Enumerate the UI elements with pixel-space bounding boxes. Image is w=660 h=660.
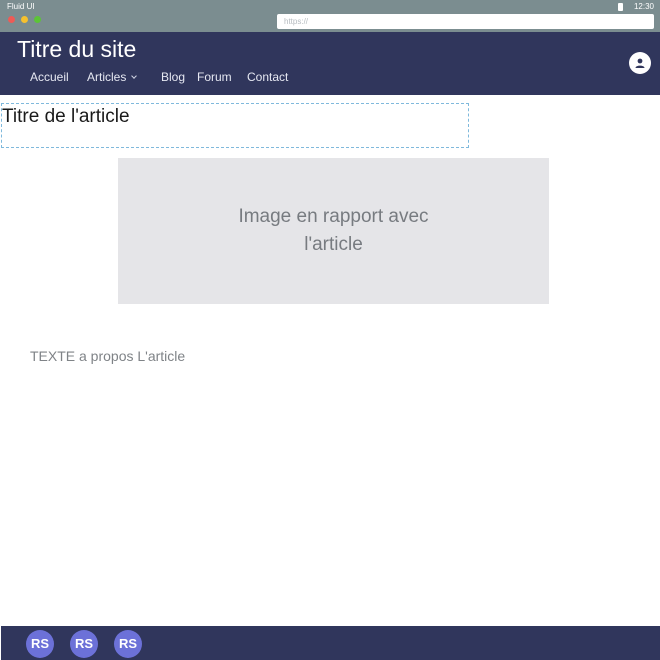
article-image-placeholder: Image en rapport avec l'article (118, 158, 549, 304)
article-title: Titre de l'article (2, 106, 130, 127)
chevron-down-icon (131, 73, 138, 79)
battery-icon (618, 3, 623, 11)
social-button[interactable]: RS (26, 630, 54, 658)
article-text: TEXTE a propos L'article (30, 348, 186, 364)
maximize-window-button[interactable] (34, 16, 41, 23)
article-title-box: Titre de l'article (1, 103, 469, 148)
app-name: Fluid UI (7, 2, 35, 11)
url-bar[interactable]: https:// (277, 14, 654, 29)
social-button[interactable]: RS (114, 630, 142, 658)
nav-item-accueil[interactable]: Accueil (30, 70, 69, 84)
nav-item-articles[interactable]: Articles (87, 70, 138, 84)
nav-item-blog[interactable]: Blog (161, 70, 185, 84)
close-window-button[interactable] (8, 16, 15, 23)
image-placeholder-label: Image en rapport avec l'article (238, 206, 429, 255)
user-icon (635, 58, 645, 68)
nav-item-contact[interactable]: Contact (247, 70, 288, 84)
site-header: Titre du site Accueil Articles Blog Foru… (0, 32, 660, 95)
social-button[interactable]: RS (70, 630, 98, 658)
minimize-window-button[interactable] (21, 16, 28, 23)
user-avatar-button[interactable] (629, 52, 651, 74)
nav-item-label: Articles (87, 70, 127, 84)
browser-chrome: Fluid UI 12:30 https:// (0, 0, 660, 32)
site-footer: RS RS RS (1, 626, 660, 660)
clock: 12:30 (633, 2, 654, 11)
site-title[interactable]: Titre du site (17, 36, 136, 63)
nav-item-forum[interactable]: Forum (197, 70, 232, 84)
